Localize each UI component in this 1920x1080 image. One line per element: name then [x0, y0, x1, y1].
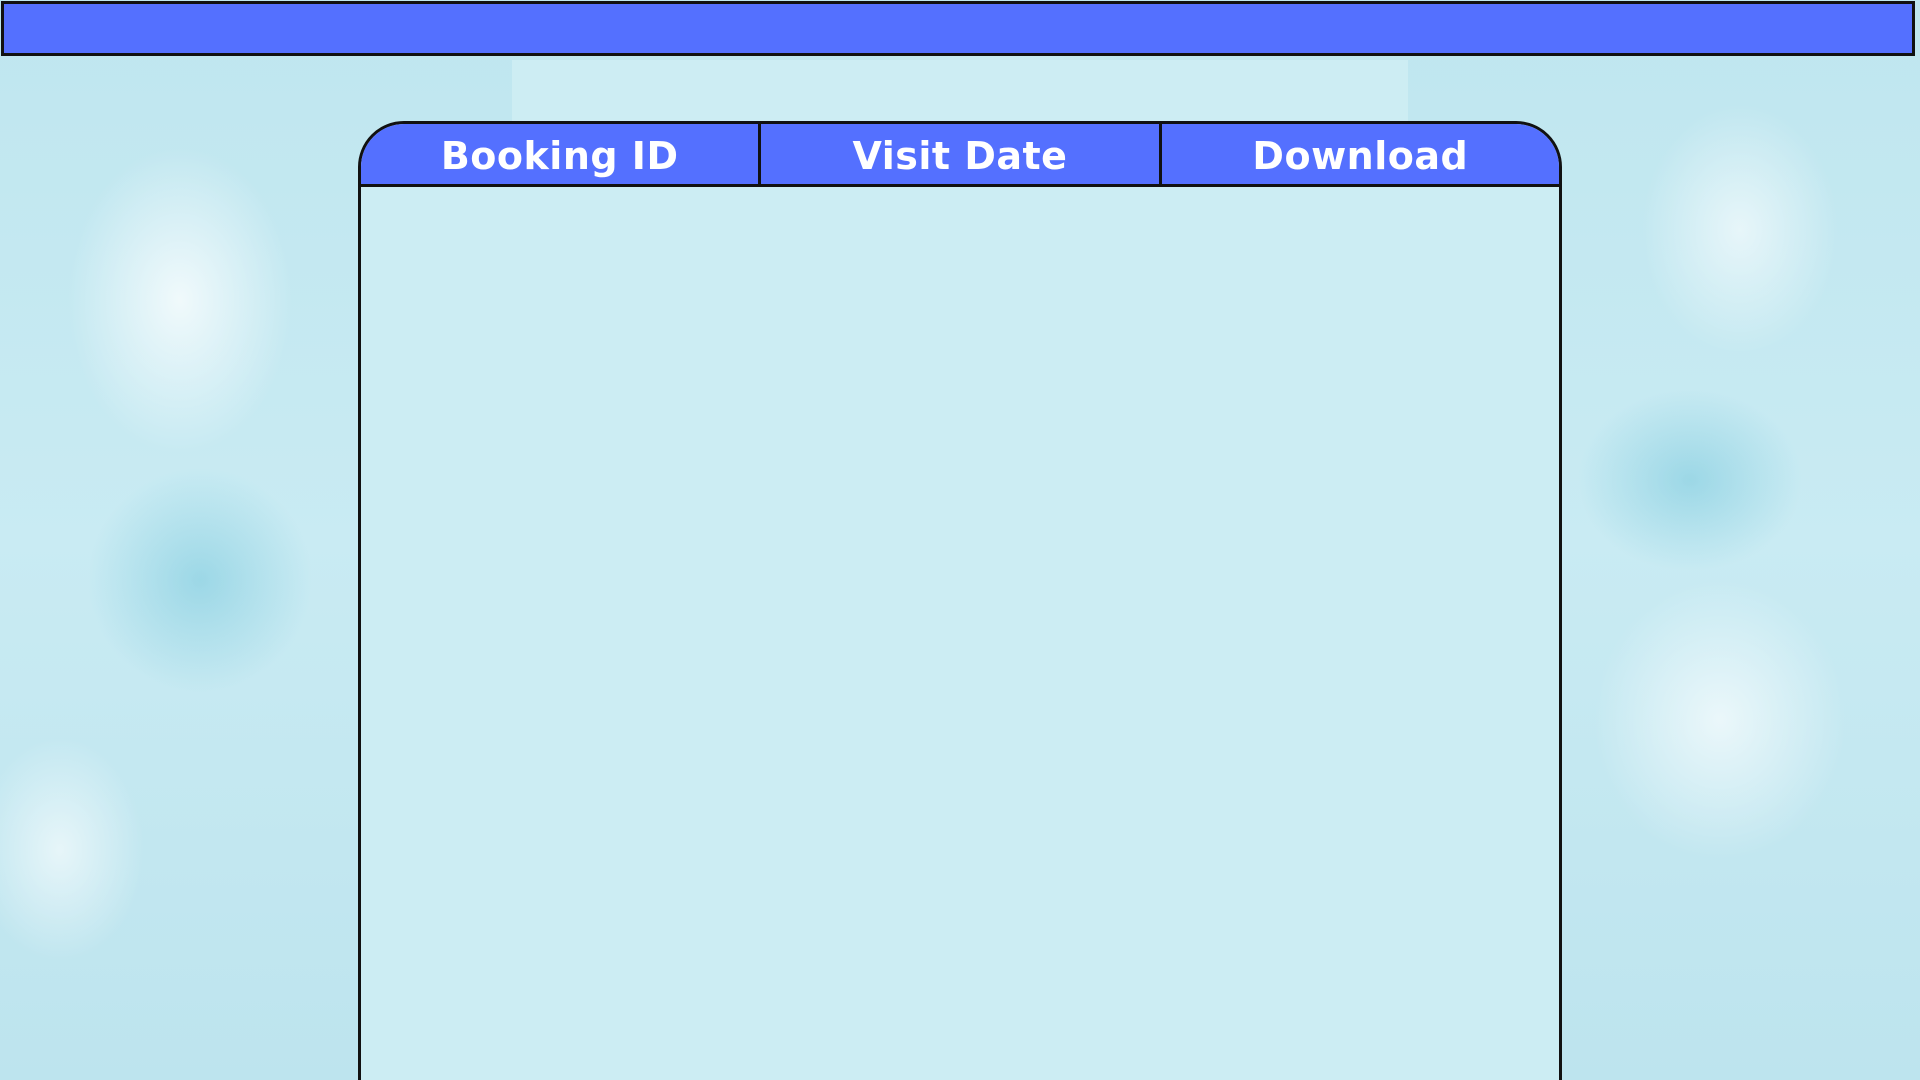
- column-header-booking-id: Booking ID: [440, 134, 679, 178]
- top-navigation-bar: [1, 1, 1915, 56]
- column-header-download: Download: [1158, 124, 1559, 184]
- column-header-visit-date: Visit Date: [758, 124, 1158, 184]
- table-header-row: Booking ID Visit Date Download: [361, 124, 1559, 187]
- bookings-table: Booking ID Visit Date Download: [358, 121, 1562, 1080]
- table-body: [361, 187, 1559, 1080]
